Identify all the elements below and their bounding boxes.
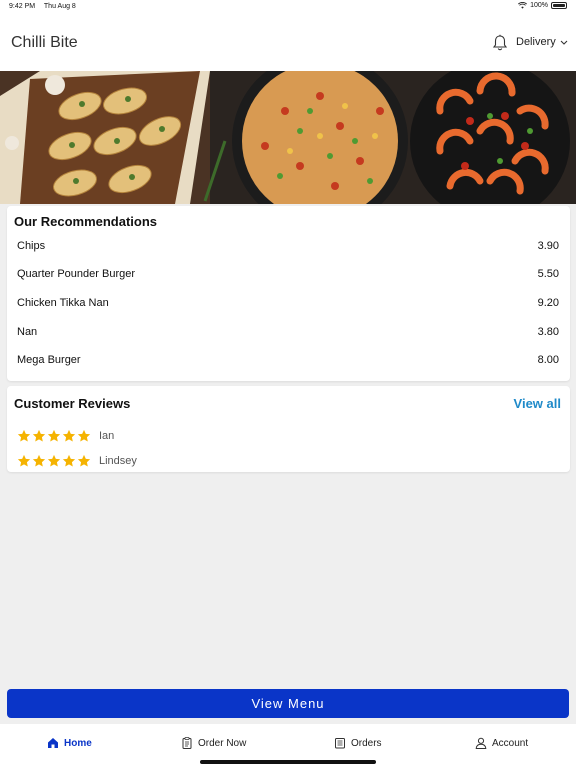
star-icon	[62, 429, 76, 442]
home-indicator	[200, 760, 376, 764]
status-time: 9:42 PM	[9, 3, 36, 10]
nav-orders-label: Orders	[351, 737, 382, 749]
view-all-reviews-link[interactable]: View all	[514, 396, 561, 411]
item-name: Chips	[17, 240, 46, 252]
nav-order-now[interactable]: Order Now	[181, 737, 246, 749]
receipt-icon	[335, 738, 345, 749]
status-bar: 9:42 PM Thu Aug 8 100%	[0, 0, 576, 14]
item-price: 3.80	[537, 326, 559, 338]
nav-order-now-label: Order Now	[198, 737, 247, 749]
recommendations-title: Our Recommendations	[14, 214, 158, 229]
nav-account-label: Account	[492, 737, 529, 749]
status-date: Thu Aug 8	[43, 3, 76, 10]
hero-food-image	[0, 71, 576, 204]
restaurant-title: Chilli Bite	[11, 34, 78, 51]
recommendation-item[interactable]: Mega Burger 8.00	[17, 354, 559, 370]
chevron-down-icon	[560, 40, 568, 45]
bottom-nav: Home Order Now Orders Account	[0, 724, 576, 768]
star-icon	[77, 429, 91, 442]
recommendations-card: Our Recommendations Chips 3.90 Quarter P…	[7, 206, 570, 381]
review-item[interactable]: Ian	[17, 428, 114, 444]
star-rating	[17, 454, 91, 468]
reviewer-name: Lindsey	[99, 455, 137, 467]
star-rating	[17, 429, 91, 443]
nav-account[interactable]: Account	[475, 737, 528, 749]
app-header: Chilli Bite Delivery	[0, 14, 576, 71]
nav-home[interactable]: Home	[47, 737, 92, 749]
item-name: Quarter Pounder Burger	[17, 268, 136, 280]
nav-home-label: Home	[64, 737, 92, 749]
star-icon	[17, 429, 31, 442]
item-name: Nan	[17, 326, 38, 338]
recommendation-item[interactable]: Nan 3.80	[17, 326, 559, 342]
view-menu-button[interactable]: View Menu	[7, 689, 569, 718]
review-item[interactable]: Lindsey	[17, 453, 137, 469]
bell-icon[interactable]	[492, 34, 508, 52]
star-icon	[17, 454, 31, 467]
item-price: 8.00	[537, 354, 559, 366]
star-icon	[32, 429, 46, 442]
nav-orders[interactable]: Orders	[334, 737, 382, 749]
star-icon	[47, 429, 61, 442]
star-icon	[77, 454, 91, 467]
wifi-icon	[518, 2, 528, 9]
reviewer-name: Ian	[99, 430, 115, 442]
order-icon	[182, 737, 192, 749]
star-icon	[62, 454, 76, 467]
item-price: 9.20	[537, 297, 559, 309]
delivery-mode-label: Delivery	[516, 36, 556, 48]
item-name: Chicken Tikka Nan	[17, 297, 109, 309]
item-price: 5.50	[537, 268, 559, 280]
recommendation-item[interactable]: Chicken Tikka Nan 9.20	[17, 297, 559, 313]
battery-percent: 100%	[530, 2, 548, 9]
customer-reviews-title: Customer Reviews	[14, 396, 131, 411]
star-icon	[47, 454, 61, 467]
user-icon	[475, 737, 487, 749]
star-icon	[32, 454, 46, 467]
delivery-mode-dropdown[interactable]: Delivery	[516, 36, 568, 48]
battery-icon	[551, 2, 567, 9]
item-price: 3.90	[537, 240, 559, 252]
customer-reviews-card: Customer Reviews View all Ian Lindsey	[7, 386, 570, 472]
recommendation-item[interactable]: Chips 3.90	[17, 240, 559, 256]
recommendation-item[interactable]: Quarter Pounder Burger 5.50	[17, 268, 559, 284]
home-icon	[48, 738, 58, 748]
item-name: Mega Burger	[17, 354, 81, 366]
